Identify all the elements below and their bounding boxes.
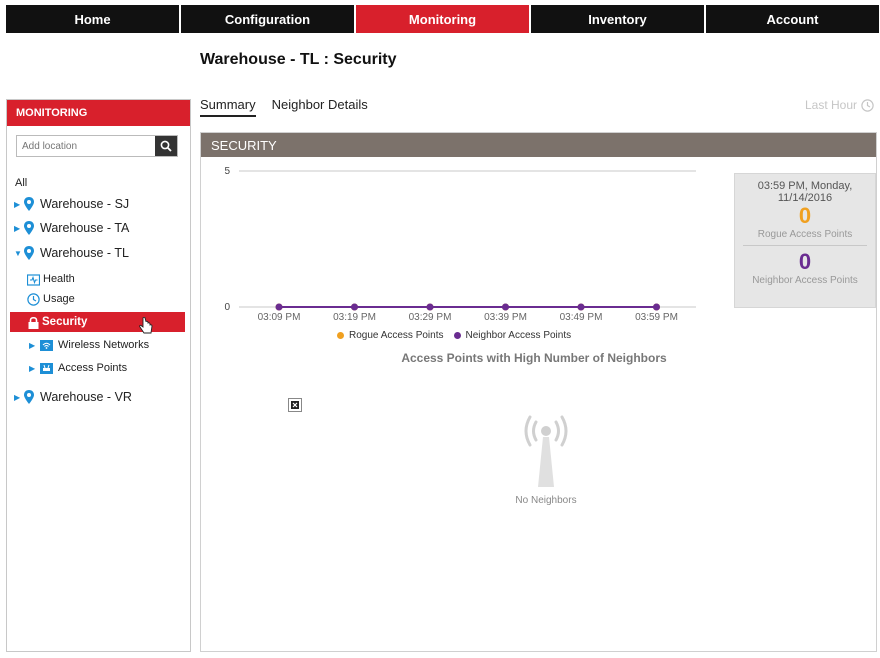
summary-box: 03:59 PM, Monday, 11/14/2016 0 Rogue Acc… xyxy=(734,173,876,308)
data-point xyxy=(577,303,585,311)
search-icon xyxy=(160,140,172,152)
data-point xyxy=(426,303,434,311)
caret-right-icon[interactable]: ▶ xyxy=(14,200,24,209)
nav-tab-home[interactable]: Home xyxy=(6,5,179,33)
access-point-icon xyxy=(40,362,53,374)
panel-header: SECURITY xyxy=(201,133,876,157)
top-nav: Home Configuration Monitoring Inventory … xyxy=(6,5,879,33)
tree-item-label: Warehouse - TA xyxy=(40,221,130,235)
no-neighbors-placeholder: No Neighbors xyxy=(515,407,577,506)
location-pin-icon xyxy=(24,246,34,260)
tree-item-wireless-networks[interactable]: ▶ Wireless Networks xyxy=(29,336,149,354)
location-pin-icon xyxy=(24,221,34,235)
neighbor-label: Neighbor Access Points xyxy=(752,275,858,286)
x-tick-label: 03:49 PM xyxy=(560,312,603,323)
caret-down-icon[interactable]: ▼ xyxy=(14,249,24,258)
tree-item-label: Usage xyxy=(43,293,75,305)
y-tick-label: 0 xyxy=(224,302,230,313)
x-tick-label: 03:29 PM xyxy=(409,312,452,323)
tree-item-label: Health xyxy=(43,273,75,285)
x-tick-label: 03:09 PM xyxy=(258,312,301,323)
caret-right-icon[interactable]: ▶ xyxy=(29,341,39,350)
time-range-label: Last Hour xyxy=(804,98,857,112)
rogue-count: 0 xyxy=(798,203,812,228)
tree-item-label: All xyxy=(15,177,28,189)
x-tick-label: 03:59 PM xyxy=(635,312,678,323)
tree-item-label: Access Points xyxy=(58,362,128,374)
tree-item-label: Security xyxy=(42,316,88,328)
security-panel: SECURITY 0 5 03:09 PM 03:19 PM 03:29 PM 03:39… xyxy=(200,132,877,652)
tree-item-security[interactable]: Security xyxy=(10,312,185,334)
lock-icon xyxy=(28,316,39,329)
x-tick-label: 03:39 PM xyxy=(484,312,527,323)
x-tick-label: 03:19 PM xyxy=(333,312,376,323)
legend-item-neighbor[interactable]: Neighbor Access Points xyxy=(453,330,572,341)
page-title: Warehouse - TL : Security xyxy=(200,51,397,68)
security-chart: 0 5 03:09 PM 03:19 PM 03:29 PM 03:39 PM 03:49 … xyxy=(224,166,696,323)
legend-item-rogue[interactable]: Rogue Access Points xyxy=(337,330,444,341)
legend-label: Rogue Access Points xyxy=(349,330,444,341)
data-point xyxy=(351,303,358,311)
data-point xyxy=(653,303,660,311)
hand-cursor-icon xyxy=(139,317,153,334)
search-button[interactable] xyxy=(155,136,177,156)
health-icon xyxy=(27,273,40,286)
legend-dot xyxy=(453,332,461,339)
tree-item-all[interactable]: All xyxy=(15,174,27,192)
nav-tab-monitoring[interactable]: Monitoring xyxy=(356,5,529,33)
location-pin-icon xyxy=(24,390,34,404)
tab-summary[interactable]: Summary xyxy=(200,97,256,117)
tree-item-label: Warehouse - VR xyxy=(40,390,132,404)
tree-item-label: Warehouse - SJ xyxy=(40,197,130,211)
tree-item-warehouse-ta[interactable]: ▶ Warehouse - TA xyxy=(14,219,129,237)
subtabs: Summary Neighbor Details xyxy=(200,97,368,117)
wireless-network-icon xyxy=(40,339,53,351)
location-search-input[interactable] xyxy=(17,136,155,156)
nav-tab-inventory[interactable]: Inventory xyxy=(531,5,704,33)
legend-dot xyxy=(337,332,344,339)
caret-right-icon[interactable]: ▶ xyxy=(14,224,24,233)
tree-item-warehouse-sj[interactable]: ▶ Warehouse - SJ xyxy=(14,195,129,213)
caret-right-icon[interactable]: ▶ xyxy=(29,364,39,373)
sidebar-header: MONITORING xyxy=(7,100,190,126)
clock-icon xyxy=(27,292,40,306)
tree-item-warehouse-vr[interactable]: ▶ Warehouse - VR xyxy=(14,388,132,406)
nav-tab-account[interactable]: Account xyxy=(706,5,879,33)
time-range-selector[interactable]: Last Hour xyxy=(805,98,874,112)
divider xyxy=(743,245,867,246)
clock-icon xyxy=(861,98,874,112)
wireless-tower-icon xyxy=(524,415,568,487)
tree-item-health[interactable]: Health xyxy=(27,270,75,288)
chart-legend: Rogue Access Points Neighbor Access Poin… xyxy=(337,330,571,341)
data-point xyxy=(502,303,509,311)
tree-item-usage[interactable]: Usage xyxy=(27,290,75,308)
tab-neighbor-details[interactable]: Neighbor Details xyxy=(272,97,368,117)
rogue-label: Rogue Access Points xyxy=(757,229,853,240)
sidebar: MONITORING All ▶ Warehouse - SJ ▶ Wareho… xyxy=(6,99,191,652)
caret-right-icon[interactable]: ▶ xyxy=(14,393,24,402)
location-pin-icon xyxy=(24,197,34,211)
y-tick-label: 5 xyxy=(224,166,230,177)
data-point xyxy=(275,303,283,311)
nav-tab-configuration[interactable]: Configuration xyxy=(181,5,354,33)
tree-item-label: Warehouse - TL xyxy=(40,246,129,260)
summary-timestamp: 03:59 PM, Monday, 11/14/2016 xyxy=(757,180,853,204)
legend-label: Neighbor Access Points xyxy=(465,330,572,341)
broken-image-icon xyxy=(288,398,302,412)
tree-item-label: Wireless Networks xyxy=(58,339,150,351)
tree-item-warehouse-tl[interactable]: ▼ Warehouse - TL xyxy=(14,244,129,262)
no-neighbors-text: No Neighbors xyxy=(515,495,577,506)
tree-item-access-points[interactable]: ▶ Access Points xyxy=(29,359,127,377)
neighbors-chart-title: Access Points with High Number of Neighb… xyxy=(401,351,667,365)
neighbor-count: 0 xyxy=(798,249,812,274)
location-search xyxy=(16,135,178,157)
